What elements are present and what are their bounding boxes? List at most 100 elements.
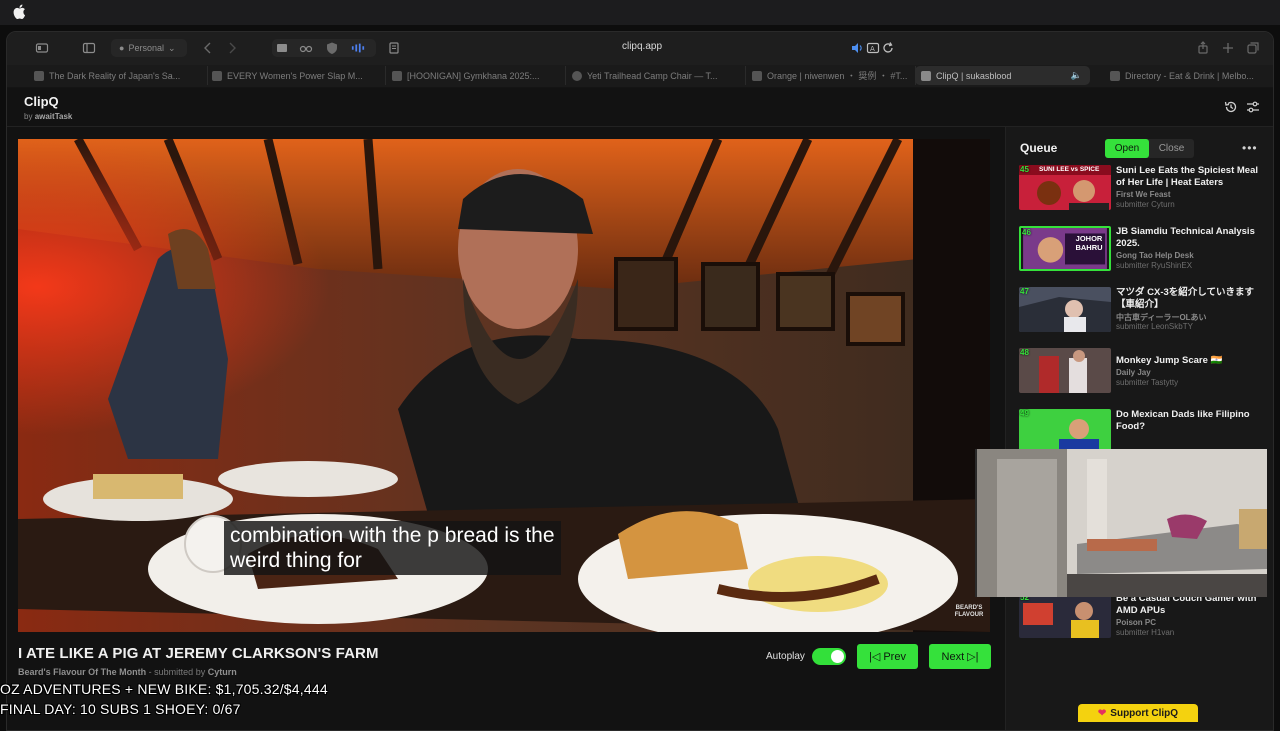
next-button[interactable]: Next ▷| (929, 644, 991, 669)
queue-thumbnail: SUNI LEE vs SPICE 45 (1019, 165, 1111, 210)
queue-thumbnail: 47 (1019, 287, 1111, 332)
queue-item[interactable]: 52 Be a Casual Couch Gamer with AMD APUs… (1019, 593, 1269, 647)
extension-screen-icon[interactable] (275, 40, 289, 56)
queue-panel: Queue Open Close ••• SUNI LEE vs SPICE 4… (1005, 127, 1273, 730)
autoplay-label: Autoplay (766, 651, 805, 662)
queue-item-channel: Poison PC (1116, 618, 1157, 627)
queue-thumbnail: JOHOR BAHRU 46 (1019, 226, 1111, 271)
reload-icon[interactable] (881, 40, 895, 56)
queue-number: 45 (1020, 165, 1029, 174)
support-clipq-button[interactable]: ❤ Support ClipQ (1078, 704, 1198, 722)
browser-tab[interactable]: [HOONIGAN] Gymkhana 2025:... (386, 66, 566, 85)
back-icon[interactable] (201, 40, 215, 56)
tab-label: Directory - Eat & Drink | Melbo... (1125, 70, 1254, 81)
extension-glasses-icon[interactable] (299, 40, 313, 56)
queue-item-submitter: submitter LeonSkbTY (1116, 322, 1193, 331)
new-tab-icon[interactable] (1221, 40, 1235, 56)
app-header: ClipQ by awaitTask (7, 88, 1273, 127)
thumb-caption: JOHOR BAHRU (1075, 234, 1103, 252)
stream-goal-overlay: OZ ADVENTURES + NEW BIKE: $1,705.32/$4,4… (0, 681, 328, 697)
tab-bar: The Dark Reality of Japan's Sa... EVERY … (7, 65, 1273, 87)
queue-item-title: Suni Lee Eats the Spiciest Meal of Her L… (1116, 165, 1259, 188)
heart-icon: ❤ (1097, 707, 1107, 719)
byline-author: awaitTask (34, 112, 73, 121)
settings-sliders-icon[interactable] (1246, 100, 1260, 114)
favicon-icon (921, 70, 931, 81)
queue-thumbnail: 49 (1019, 409, 1111, 454)
video-player[interactable]: combination with the p bread is the weir… (18, 139, 990, 632)
channel-watermark: BEARD'S FLAVOUR (954, 605, 984, 618)
autoplay-toggle[interactable] (812, 648, 846, 665)
queue-item[interactable]: 47 マツダ CX-3を紹介していきます【車紹介】 中古車ディーラーOLあい s… (1019, 287, 1269, 341)
browser-tab[interactable]: Orange | niwenwen ・ 奨例 ・ #T... (746, 66, 916, 85)
queue-item-submitter: submitter Cyturn (1116, 200, 1175, 209)
next-label: Next (941, 650, 965, 663)
queue-title: Queue (1020, 141, 1058, 155)
person-icon: ● (119, 43, 125, 53)
queue-number: 46 (1022, 228, 1031, 237)
forward-icon[interactable] (225, 40, 239, 56)
extension-audio-icon[interactable] (350, 40, 366, 56)
queue-item-title: Do Mexican Dads like Filipino Food? (1116, 409, 1250, 432)
queue-item-submitter: submitter H1van (1116, 628, 1175, 637)
app-byline: by awaitTask (24, 112, 72, 121)
thumb-caption: SUNI LEE vs SPICE (1039, 166, 1100, 173)
more-options-icon[interactable]: ••• (1242, 141, 1258, 155)
browser-tab[interactable]: Yeti Trailhead Camp Chair — T... (566, 66, 746, 85)
history-icon[interactable] (1224, 100, 1238, 114)
translate-icon[interactable]: A (866, 40, 880, 56)
webcam-overlay (975, 449, 1267, 597)
queue-open-button[interactable]: Open (1105, 139, 1149, 158)
queue-item[interactable]: SUNI LEE vs SPICE 45 Suni Lee Eats the S… (1019, 165, 1269, 219)
app-logo[interactable]: ClipQ (24, 94, 59, 109)
extension-shield-icon[interactable] (325, 40, 339, 56)
queue-item[interactable]: JOHOR BAHRU 46 JB Siamdiu Technical Anal… (1019, 226, 1269, 280)
queue-item-submitter: submitter Tastytty (1116, 378, 1179, 387)
sidebar-toggle-icon[interactable] (81, 40, 97, 56)
tab-label: Yeti Trailhead Camp Chair — T... (587, 70, 718, 81)
skip-previous-icon: |◁ (869, 651, 881, 663)
queue-item-channel: Gong Tao Help Desk (1116, 251, 1194, 260)
subtitle-line: weird thing for (230, 549, 362, 572)
clipq-app: ClipQ by awaitTask combination with the … (7, 88, 1273, 730)
browser-tab[interactable]: The Dark Reality of Japan's Sa... (28, 66, 208, 85)
support-label: Support ClipQ (1110, 707, 1179, 719)
queue-thumbnail: 52 (1019, 593, 1111, 638)
queue-close-button[interactable]: Close (1149, 139, 1194, 158)
speaker-icon[interactable] (850, 40, 864, 56)
address-bar[interactable]: clipq.app (587, 41, 697, 52)
reader-icon[interactable] (387, 40, 401, 56)
queue-item-title: マツダ CX-3を紹介していきます【車紹介】 (1116, 287, 1254, 310)
tab-label: ClipQ | sukasblood (936, 70, 1012, 81)
tab-audio-icon[interactable]: 🔈 (1071, 70, 1082, 81)
browser-tab-active[interactable]: ClipQ | sukasblood 🔈 (915, 66, 1090, 85)
browser-tab[interactable]: Directory - Eat & Drink | Melbo... (1104, 66, 1273, 85)
prev-label: Prev (883, 650, 906, 663)
favicon-icon (1110, 70, 1120, 81)
browser-tab[interactable]: EVERY Women's Power Slap M... (206, 66, 386, 85)
queue-number: 49 (1020, 409, 1029, 418)
tab-label: [HOONIGAN] Gymkhana 2025:... (407, 70, 540, 81)
queue-item-title: Monkey Jump Scare 🇮🇳 (1116, 355, 1223, 366)
apple-logo-icon[interactable] (13, 4, 26, 19)
favicon-icon (212, 70, 222, 81)
video-submitter: Cyturn (207, 667, 237, 677)
tab-label: The Dark Reality of Japan's Sa... (49, 70, 181, 81)
byline-prefix: by (24, 112, 33, 121)
favicon-icon (34, 70, 44, 81)
tab-label: EVERY Women's Power Slap M... (227, 70, 363, 81)
sidebar-tabs-icon[interactable] (34, 40, 50, 56)
queue-item-channel: Daily Jay (1116, 368, 1151, 377)
tab-overview-icon[interactable] (1246, 40, 1260, 56)
favicon-icon (572, 70, 582, 81)
queue-item-title: JB Siamdiu Technical Analysis 2025. (1116, 226, 1255, 249)
prev-button[interactable]: |◁ Prev (857, 644, 918, 669)
browser-window: ● Personal ⌄ clipq.app A The Dark Realit… (6, 31, 1274, 731)
queue-item[interactable]: 48 Monkey Jump Scare 🇮🇳 Daily Jay submit… (1019, 348, 1269, 402)
queue-open-close-toggle: Open Close (1105, 139, 1194, 158)
profile-selector[interactable]: ● Personal ⌄ (111, 39, 187, 57)
queue-item-channel: First We Feast (1116, 190, 1171, 199)
video-channel[interactable]: Beard's Flavour Of The Month (18, 667, 146, 677)
favicon-icon (752, 70, 762, 81)
share-icon[interactable] (1196, 40, 1210, 56)
